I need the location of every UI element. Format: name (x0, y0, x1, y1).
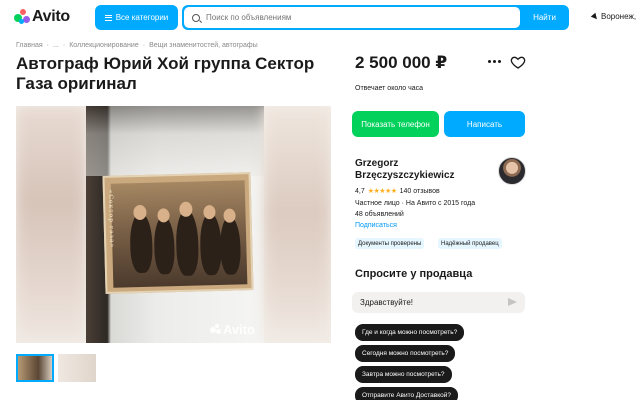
watermark-logo-icon (209, 324, 221, 335)
write-message-button[interactable]: Написать (444, 111, 525, 137)
location-selector[interactable]: Воронеж, (590, 12, 637, 21)
quick-question-chip[interactable]: Отправите Авито Доставкой? (355, 387, 459, 400)
logo-text: Avito (32, 8, 70, 25)
photo-figure (175, 209, 200, 277)
breadcrumb-separator: · (142, 42, 146, 49)
quick-question-chip[interactable]: Завтра можно посмотреть? (355, 366, 452, 383)
logo-dots-icon (14, 9, 30, 25)
photo-figure (219, 216, 242, 275)
photo-caption: «Сектор газа» (106, 189, 116, 249)
seller-type: Частное лицо · На Авито с 2015 года (355, 200, 476, 207)
quick-question-chip[interactable]: Где и когда можно посмотреть? (355, 324, 465, 341)
menu-icon (104, 14, 112, 21)
more-options-icon[interactable] (488, 60, 501, 63)
breadcrumb: Главная · ... · Коллекционирование · Вещ… (16, 42, 258, 49)
autograph-photo: «Сектор газа» (102, 172, 254, 294)
favorite-heart-icon[interactable] (510, 54, 526, 70)
header: Avito Все категории Найти Воронеж, (0, 0, 640, 36)
location-label: Воронеж, (601, 12, 637, 21)
photo-figure (153, 216, 176, 275)
price: 2 500 000 ₽ (355, 53, 448, 72)
search-button[interactable]: Найти (522, 7, 567, 28)
photo-gallery[interactable]: «Сектор газа» Avito (16, 106, 331, 343)
breadcrumb-separator: · (62, 42, 66, 49)
search-bar: Найти (182, 5, 569, 30)
location-arrow-icon (590, 12, 600, 21)
breadcrumb-item[interactable]: ... (53, 42, 59, 49)
breadcrumb-separator: · (46, 42, 49, 49)
gallery-thumbnail[interactable] (58, 354, 96, 382)
reliable-seller-badge: Надёжный продавец (438, 238, 502, 249)
message-text: Здравствуйте! (360, 298, 414, 307)
seller-ads-count[interactable]: 48 объявлений (355, 211, 404, 218)
all-categories-label: Все категории (115, 13, 169, 22)
reviews-count: 140 отзывов (399, 187, 440, 195)
search-input[interactable] (206, 13, 506, 22)
show-phone-button[interactable]: Показать телефон (352, 111, 439, 137)
rating-value: 4,7 (355, 187, 365, 195)
response-time: Отвечает около часа (355, 85, 424, 92)
seller-avatar[interactable] (498, 157, 526, 185)
seller-name[interactable]: Grzegorz Brzęczyszczykiewicz (355, 158, 495, 182)
gallery-blur-left (16, 106, 86, 343)
breadcrumb-item[interactable]: Вещи знаменитостей, автографы (149, 42, 258, 49)
photo-figure (129, 212, 154, 274)
send-icon[interactable] (508, 298, 517, 306)
photo-image (110, 180, 248, 288)
message-input[interactable]: Здравствуйте! (352, 292, 525, 313)
page-title: Автограф Юрий Хой группа Сектор Газа ори… (16, 54, 315, 93)
rating-stars-icon: ★★★★★ (367, 188, 397, 195)
seller-rating[interactable]: 4,7 ★★★★★ 140 отзывов (355, 187, 440, 196)
ask-seller-heading: Спросите у продавца (355, 268, 473, 280)
photo-figure (199, 212, 223, 276)
avito-watermark: Avito (209, 322, 255, 337)
search-icon (192, 13, 200, 22)
search-field[interactable] (184, 7, 520, 28)
avito-logo[interactable]: Avito (14, 8, 70, 26)
all-categories-button[interactable]: Все категории (95, 5, 178, 30)
breadcrumb-item[interactable]: Коллекционирование (69, 42, 139, 49)
gallery-shadow (86, 106, 264, 176)
documents-verified-badge: Документы проверены (355, 238, 425, 249)
subscribe-link[interactable]: Подписаться (355, 222, 397, 229)
breadcrumb-item[interactable]: Главная (16, 42, 43, 49)
gallery-thumbnail-active[interactable] (16, 354, 54, 382)
watermark-text: Avito (222, 322, 255, 337)
quick-question-chip[interactable]: Сегодня можно посмотреть? (355, 345, 456, 362)
gallery-blur-right (264, 106, 331, 343)
